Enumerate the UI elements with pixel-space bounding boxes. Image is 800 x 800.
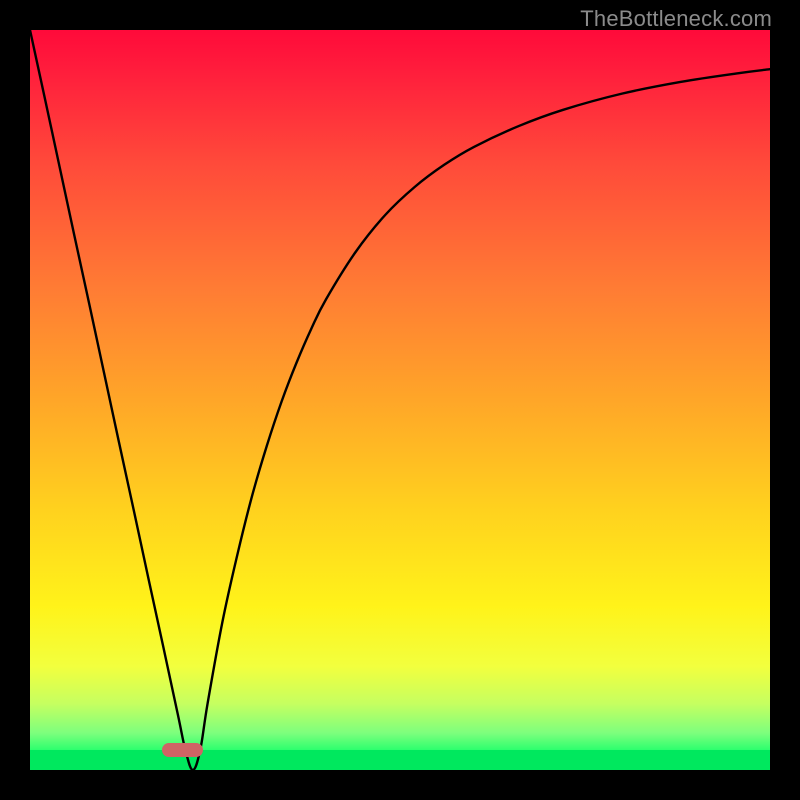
plot-area [30,30,770,770]
bottleneck-curve [30,30,770,770]
minimum-marker [162,743,203,756]
watermark-text: TheBottleneck.com [580,6,772,32]
chart-frame: TheBottleneck.com [0,0,800,800]
